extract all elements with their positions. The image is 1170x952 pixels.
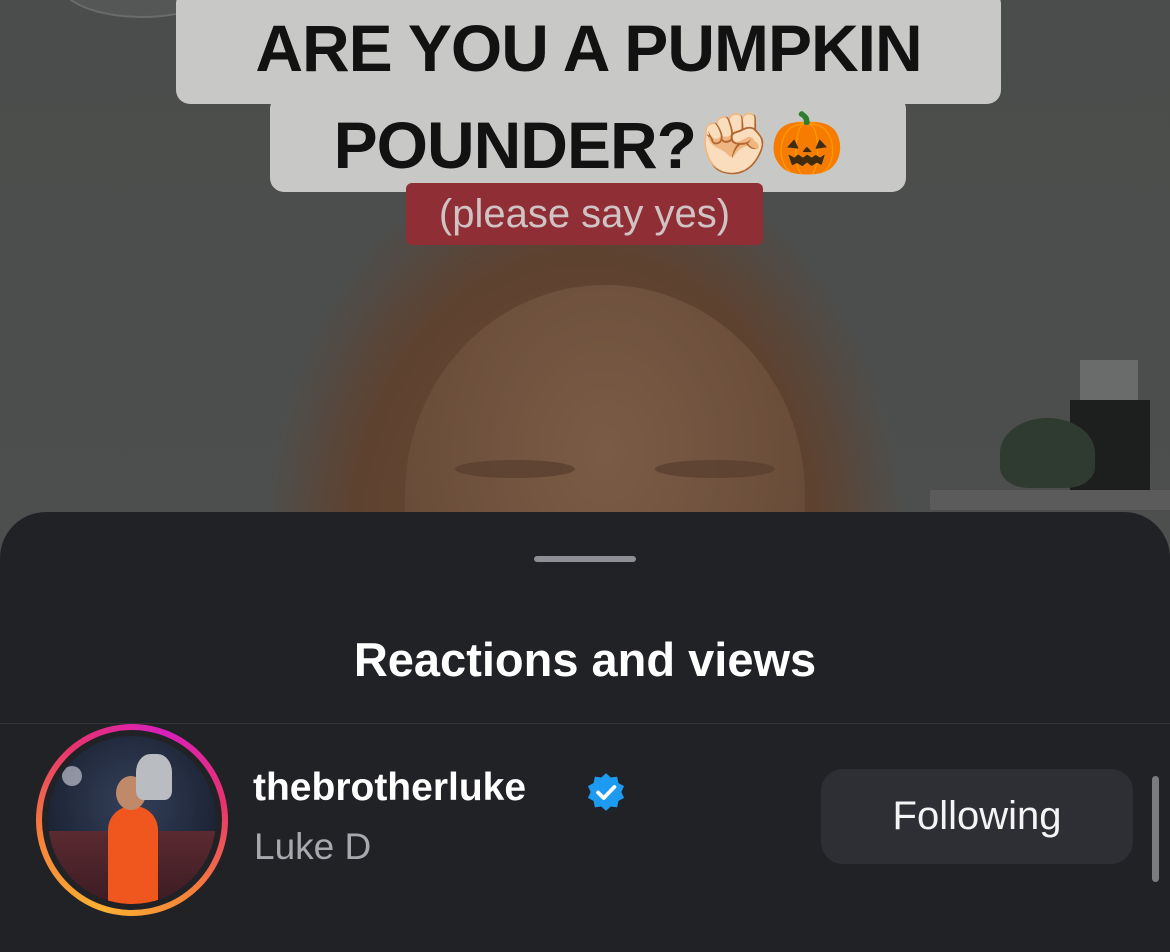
following-button[interactable]: Following	[821, 769, 1133, 864]
sheet-drag-handle[interactable]	[534, 556, 636, 562]
pumpkin-emoji-icon: 🎃	[769, 110, 845, 177]
caption-line-1: ARE YOU A PUMPKIN	[255, 11, 922, 85]
viewer-username[interactable]: thebrotherluke	[253, 764, 526, 812]
eyebrow-left	[455, 460, 575, 478]
verified-badge-icon	[587, 773, 625, 811]
viewer-full-name: Luke D	[254, 826, 372, 867]
viewer-row[interactable]: thebrotherluke Luke D Following	[0, 724, 1170, 939]
background-lamp	[1080, 360, 1138, 402]
eyebrow-right	[655, 460, 775, 478]
sheet-title: Reactions and views	[353, 633, 817, 686]
story-ring-avatar[interactable]	[36, 724, 228, 916]
avatar	[48, 736, 216, 904]
trophy-icon	[136, 754, 172, 800]
caption-line-2: POUNDER?	[333, 108, 697, 182]
story-caption: ARE YOU A PUMPKIN POUNDER?✊🏻🎃	[176, 0, 1001, 193]
fist-emoji-icon: ✊🏻	[695, 110, 771, 177]
background-plant	[1000, 418, 1095, 488]
story-subcaption: (please say yes)	[406, 183, 763, 245]
background-shelf	[930, 490, 1170, 510]
scrollbar[interactable]	[1152, 776, 1159, 882]
